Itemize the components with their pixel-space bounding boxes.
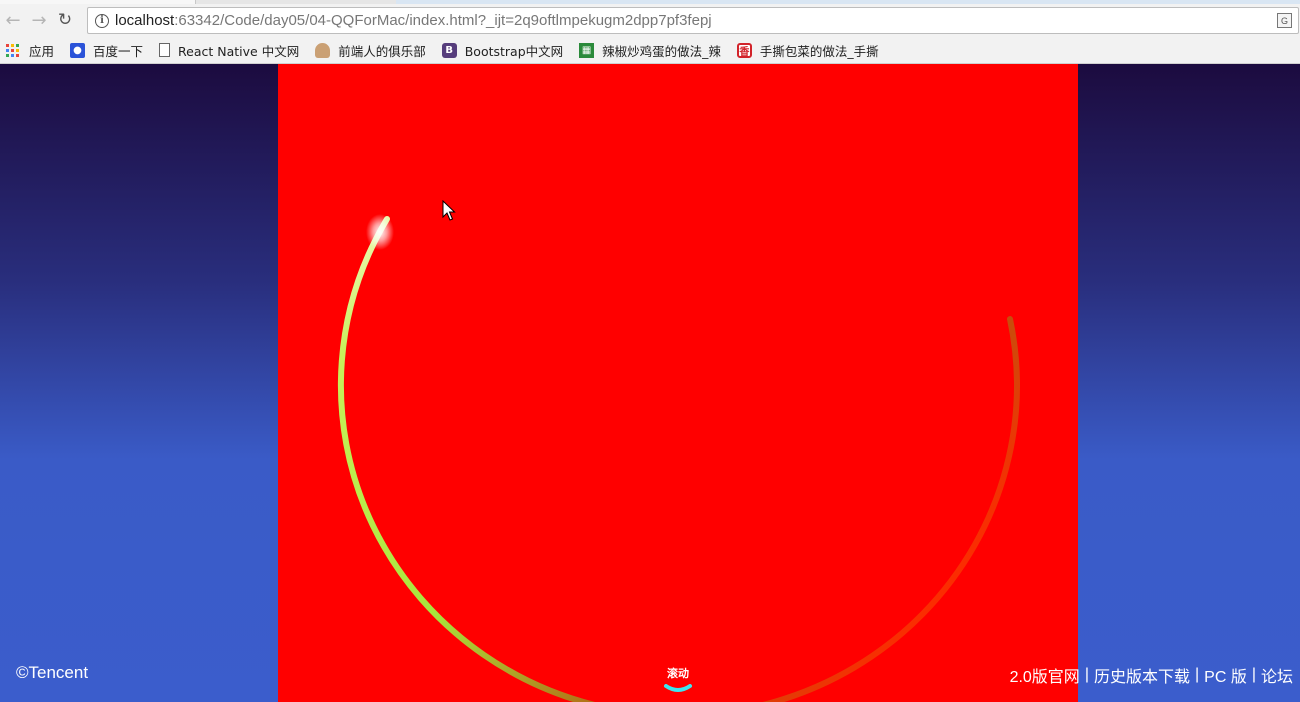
bookmark-label: 百度一下 [93,43,144,59]
address-bar[interactable]: i localhost:63342/Code/day05/04-QQForMac… [87,7,1299,34]
bookmark-label: Bootstrap中文网 [464,43,564,59]
xiang-icon: 香 [736,42,752,58]
bookmark-label: 前端人的俱乐部 [338,43,426,59]
mouse-cursor-icon [442,200,456,221]
footer-link-official[interactable]: 2.0版官网 [1010,663,1080,687]
person-icon [315,42,331,58]
bookmark-frontend-club[interactable]: 前端人的俱乐部 [315,41,426,60]
browser-toolbar: ← → ↻ i localhost:63342/Code/day05/04-QQ… [0,4,1300,36]
animation-stage [278,64,1078,702]
bookmark-label: React Native 中文网 [178,43,300,59]
bookmark-recipe-1[interactable]: ▦ 辣椒炒鸡蛋的做法_辣 [579,41,721,60]
document-icon [159,43,171,57]
info-icon[interactable]: i [95,13,109,28]
apps-grid-icon [6,43,19,57]
reload-icon[interactable]: ↻ [52,7,78,33]
back-arrow-icon[interactable]: ← [0,7,26,33]
scroll-hint-label: 滚动 [667,667,689,680]
ring-arc [337,216,1020,702]
footer-separator: | [1194,666,1200,683]
bookmark-label: 手撕包菜的做法_手撕 [759,43,879,59]
footer-separator: | [1084,666,1089,683]
browser-chrome: ← → ↻ i localhost:63342/Code/day05/04-QQ… [0,0,1300,64]
copyright-text: ©Tencent [16,663,89,682]
page-viewport: ©Tencent 滚动 2.0版官网 | 历史版本下载 | PC 版 | 论坛 [0,64,1300,702]
bootstrap-icon: B [441,42,457,58]
footer-link-history-download[interactable]: 历史版本下载 [1094,663,1190,687]
ring-glow [366,214,394,250]
forward-arrow-icon[interactable]: → [26,7,52,33]
footer-link-forum[interactable]: 论坛 [1261,663,1293,687]
baidu-paw-icon: ● [70,42,86,58]
bookmark-label: 辣椒炒鸡蛋的做法_辣 [602,43,721,59]
loading-ring [337,214,1020,702]
bookmark-react-native[interactable]: React Native 中文网 [159,41,299,60]
translate-icon[interactable]: G [1277,13,1292,28]
bookmark-recipe-2[interactable]: 香 手撕包菜的做法_手撕 [736,41,879,60]
bookmark-label: 应用 [29,43,55,59]
recipe-icon: ▦ [579,42,595,58]
bookmarks-bar: 应用 ● 百度一下 React Native 中文网 前端人的俱乐部 B Boo… [0,37,1300,63]
url-path: :63342/Code/day05/04-QQForMac/index.html… [174,12,712,29]
chevron-down-icon[interactable] [663,684,693,694]
footer-separator: | [1251,666,1256,683]
url-host: localhost [115,12,175,29]
bookmark-apps[interactable]: 应用 [6,41,54,60]
bookmark-bootstrap[interactable]: B Bootstrap中文网 [441,41,564,60]
bookmark-baidu[interactable]: ● 百度一下 [70,41,143,60]
footer-link-pc-version[interactable]: PC 版 [1204,663,1247,687]
footer-links: 2.0版官网 | 历史版本下载 | PC 版 | 论坛 [1010,663,1293,687]
